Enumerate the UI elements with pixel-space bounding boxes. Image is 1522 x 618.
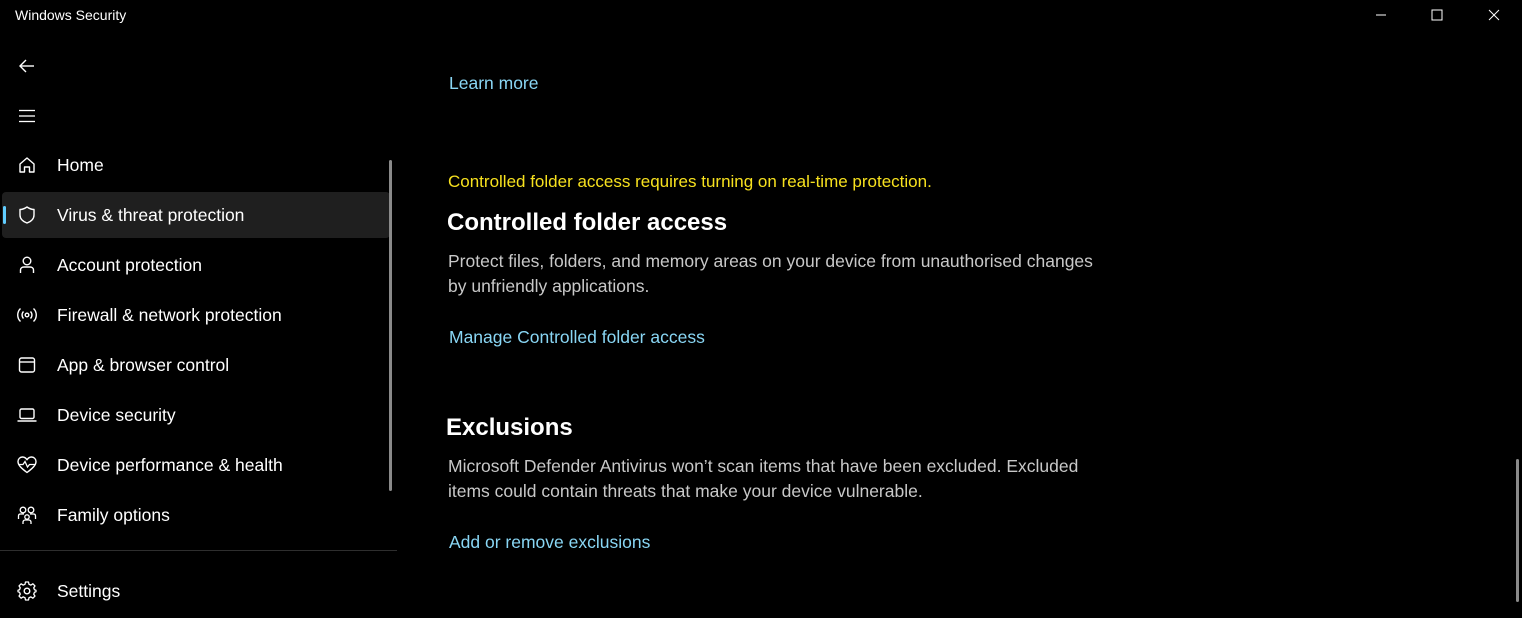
sidebar-item-label: Firewall & network protection bbox=[57, 304, 282, 325]
sidebar-item-label: Device performance & health bbox=[57, 454, 283, 475]
sidebar-item-label: App & browser control bbox=[57, 354, 230, 375]
person-icon bbox=[16, 254, 38, 276]
sidebar-item-account-protection[interactable]: Account protection bbox=[2, 242, 390, 288]
learn-more-link[interactable]: Learn more bbox=[449, 73, 539, 94]
menu-button[interactable] bbox=[12, 101, 42, 131]
laptop-icon bbox=[16, 404, 38, 426]
sidebar-item-firewall[interactable]: Firewall & network protection bbox=[2, 292, 390, 338]
cfa-section-title: Controlled folder access bbox=[447, 209, 728, 236]
sidebar-item-virus-threat-protection[interactable]: Virus & threat protection bbox=[2, 192, 390, 238]
sidebar-divider bbox=[0, 550, 397, 551]
sidebar-item-app-browser-control[interactable]: App & browser control bbox=[2, 342, 390, 388]
home-icon bbox=[16, 154, 38, 176]
app-title: Windows Security bbox=[15, 7, 127, 23]
shield-icon bbox=[16, 204, 38, 226]
cfa-description: Protect files, folders, and memory areas… bbox=[448, 251, 1093, 296]
hamburger-menu-icon bbox=[19, 109, 35, 123]
sidebar-item-label: Device security bbox=[57, 404, 176, 425]
add-remove-exclusions-link[interactable]: Add or remove exclusions bbox=[449, 532, 650, 553]
warning-message: Controlled folder access requires turnin… bbox=[448, 172, 932, 191]
app-window-icon bbox=[16, 354, 38, 376]
sidebar-nav: Home Virus & threat protection Account p… bbox=[2, 142, 390, 542]
antenna-icon bbox=[16, 304, 38, 326]
close-button[interactable] bbox=[1466, 0, 1522, 30]
title-bar: Windows Security bbox=[0, 0, 1522, 32]
minimize-button[interactable] bbox=[1353, 0, 1409, 30]
sidebar-item-label: Family options bbox=[57, 504, 170, 525]
manage-cfa-link[interactable]: Manage Controlled folder access bbox=[449, 327, 705, 348]
sidebar-item-device-security[interactable]: Device security bbox=[2, 392, 390, 438]
content-scrollbar[interactable] bbox=[1516, 459, 1519, 602]
settings-label: Settings bbox=[57, 580, 121, 601]
family-icon bbox=[16, 504, 38, 526]
sidebar-item-settings[interactable]: Settings bbox=[2, 568, 390, 614]
sidebar-scrollbar[interactable] bbox=[389, 160, 392, 491]
maximize-icon bbox=[1431, 9, 1443, 21]
exclusions-section-title: Exclusions bbox=[446, 414, 573, 441]
minimize-icon bbox=[1376, 14, 1386, 16]
sidebar-item-label: Virus & threat protection bbox=[57, 204, 245, 225]
back-button[interactable] bbox=[12, 51, 42, 81]
gear-icon bbox=[16, 580, 38, 602]
close-icon bbox=[1488, 9, 1500, 21]
sidebar-item-family-options[interactable]: Family options bbox=[2, 492, 390, 538]
back-arrow-icon bbox=[19, 59, 34, 73]
exclusions-description: Microsoft Defender Antivirus won’t scan … bbox=[448, 456, 1079, 501]
heart-pulse-icon bbox=[16, 454, 38, 476]
sidebar-item-device-performance[interactable]: Device performance & health bbox=[2, 442, 390, 488]
maximize-button[interactable] bbox=[1409, 0, 1465, 30]
sidebar-item-home[interactable]: Home bbox=[2, 142, 390, 188]
sidebar-item-label: Home bbox=[57, 154, 104, 175]
sidebar-item-label: Account protection bbox=[57, 254, 202, 275]
